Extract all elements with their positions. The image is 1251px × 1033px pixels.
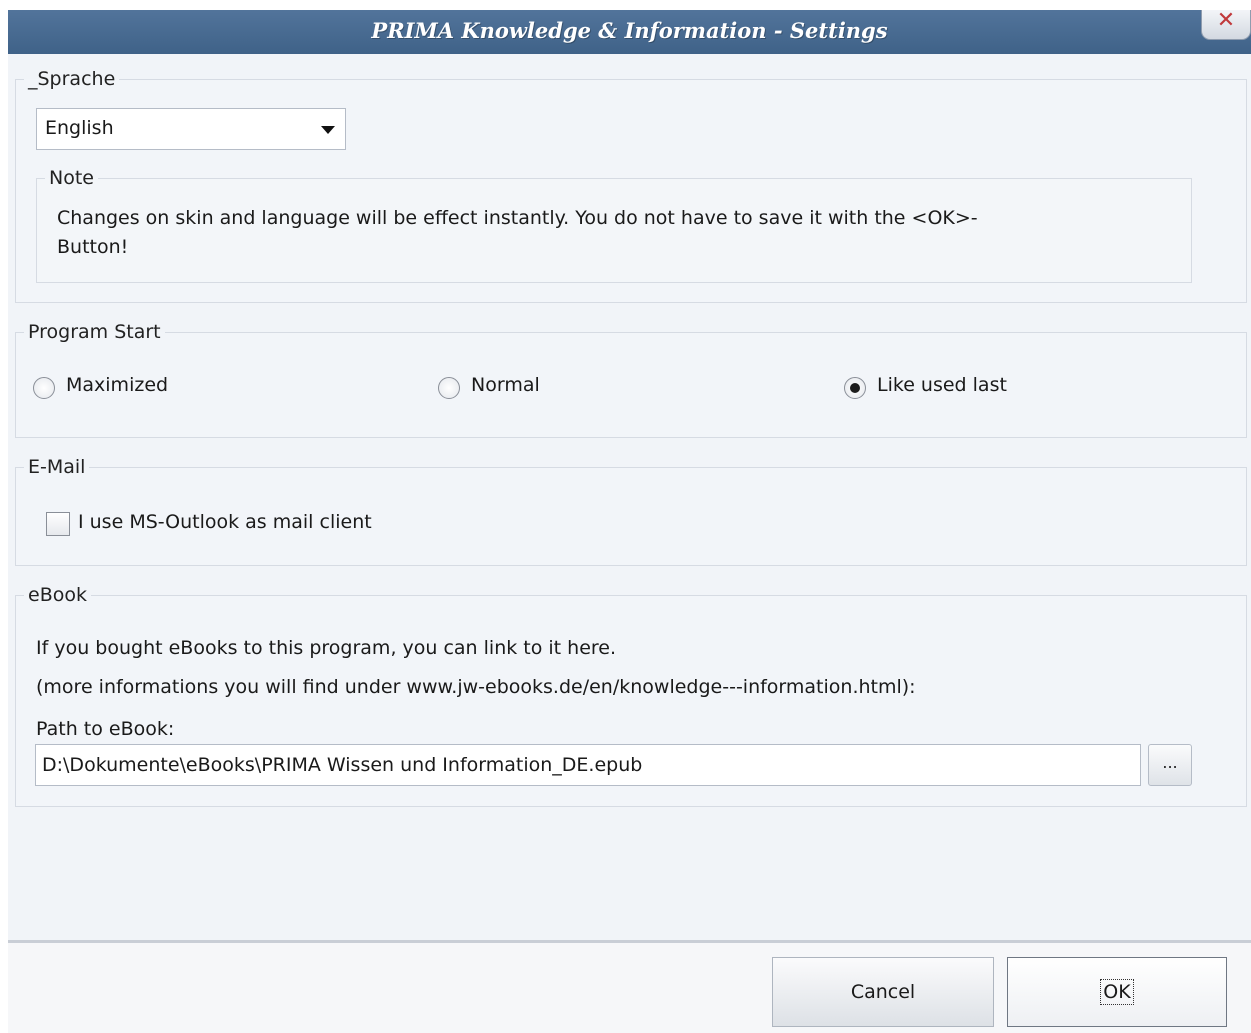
browse-button[interactable]: ... [1148, 744, 1192, 786]
browse-button-label: ... [1162, 753, 1178, 772]
ebook-path-input[interactable] [35, 744, 1141, 786]
close-button[interactable]: ✕ [1201, 10, 1251, 40]
language-select[interactable]: English [36, 108, 346, 150]
language-group-legend: _Sprache [28, 68, 116, 90]
radio-normal-label[interactable]: Normal [471, 374, 540, 396]
radio-selected-dot [850, 383, 860, 393]
cancel-button[interactable]: Cancel [772, 957, 994, 1027]
close-icon: ✕ [1216, 8, 1236, 33]
program-start-legend: Program Start [28, 321, 161, 343]
ok-button-label: OK [1100, 979, 1134, 1005]
note-legend: Note [49, 167, 94, 189]
ebook-info-line1: If you bought eBooks to this program, yo… [36, 637, 617, 659]
language-select-value: English [45, 117, 114, 139]
radio-maximized[interactable] [33, 377, 55, 399]
cancel-button-label: Cancel [850, 981, 916, 1003]
outlook-checkbox-label[interactable]: I use MS-Outlook as mail client [78, 511, 372, 533]
email-legend: E-Mail [28, 456, 86, 478]
note-text: Changes on skin and language will be eff… [57, 207, 978, 258]
radio-like-used-last[interactable] [844, 377, 866, 399]
radio-maximized-label[interactable]: Maximized [66, 374, 168, 396]
ebook-path-label: Path to eBook: [36, 718, 175, 740]
chevron-down-icon [321, 126, 335, 134]
radio-like-used-last-label[interactable]: Like used last [877, 374, 1007, 396]
ebook-legend: eBook [28, 584, 87, 606]
ok-button[interactable]: OK [1007, 957, 1227, 1027]
ebook-info-line2: (more informations you will find under w… [36, 676, 916, 698]
window-title: PRIMA Knowledge & Information - Settings [371, 18, 888, 43]
outlook-checkbox[interactable] [46, 512, 70, 536]
title-bar: PRIMA Knowledge & Information - Settings… [8, 10, 1251, 54]
radio-normal[interactable] [438, 377, 460, 399]
program-start-group: Program Start [15, 321, 1247, 438]
